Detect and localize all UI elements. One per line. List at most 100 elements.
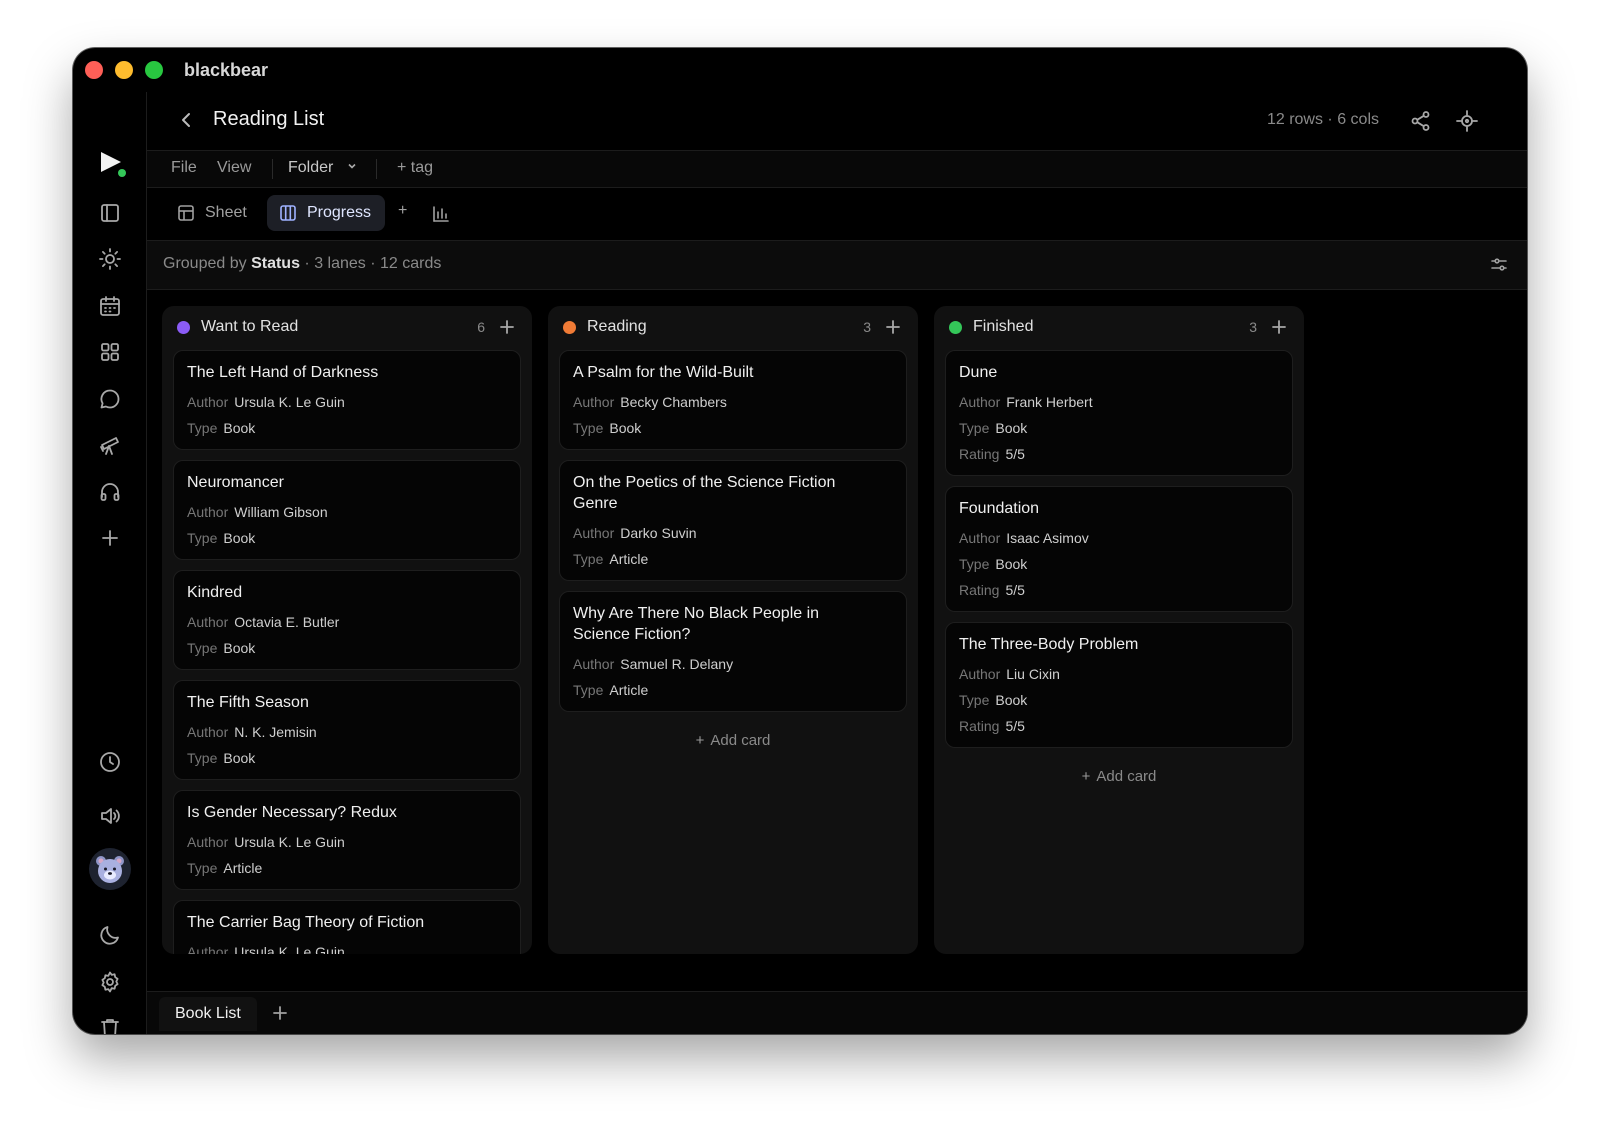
field-value: Book bbox=[223, 420, 256, 436]
trash-icon[interactable] bbox=[97, 1015, 123, 1034]
field-value: Book bbox=[995, 556, 1028, 572]
field-label: Rating bbox=[959, 718, 1000, 734]
card[interactable]: On the Poetics of the Science Fiction Ge… bbox=[559, 460, 907, 581]
menu-view[interactable]: View bbox=[217, 159, 251, 177]
card-list: A Psalm for the Wild-Built Author Becky C… bbox=[559, 350, 907, 759]
tab-sheet-label: Sheet bbox=[205, 204, 247, 221]
board-settings-button[interactable] bbox=[1489, 255, 1509, 275]
table-dimensions: 12 rows · 6 cols bbox=[1266, 111, 1379, 128]
card[interactable]: The Three-Body Problem Author Liu Cixin T… bbox=[945, 622, 1293, 748]
tab-progress[interactable]: Progress bbox=[267, 195, 386, 231]
clock-icon[interactable] bbox=[97, 749, 123, 775]
group-field[interactable]: Status bbox=[251, 255, 300, 272]
chat-icon[interactable] bbox=[97, 386, 123, 412]
field-label: Type bbox=[573, 551, 604, 567]
sheet-tab-book-list[interactable]: Book List bbox=[159, 997, 257, 1031]
lane-title: Finished bbox=[973, 318, 1034, 335]
grid-icon[interactable] bbox=[97, 339, 123, 365]
field-value: Book bbox=[995, 420, 1028, 436]
bar-chart-icon bbox=[433, 206, 449, 222]
lane-add-button[interactable] bbox=[497, 317, 517, 337]
zoom-window-button[interactable] bbox=[145, 61, 163, 79]
menu-divider bbox=[376, 159, 377, 179]
folder-label: Folder bbox=[288, 159, 334, 176]
card-field-author: Author William Gibson bbox=[187, 499, 507, 525]
sidebar-toggle-icon[interactable] bbox=[97, 200, 123, 226]
add-icon[interactable] bbox=[97, 525, 123, 551]
card-field-author: Author Isaac Asimov bbox=[959, 525, 1279, 551]
card-field-type: Type Article bbox=[573, 546, 893, 572]
locate-button[interactable] bbox=[1455, 109, 1479, 133]
card-title: The Left Hand of Darkness bbox=[187, 364, 379, 381]
field-label: Type bbox=[187, 750, 218, 766]
card-list: Dune Author Frank Herbert Type Book Rating… bbox=[945, 350, 1293, 795]
card-field-type: Type Book bbox=[187, 745, 507, 771]
plus-icon bbox=[886, 320, 900, 334]
sun-icon[interactable] bbox=[97, 246, 123, 272]
chevron-left-icon bbox=[182, 113, 190, 127]
card[interactable]: The Left Hand of Darkness Author Ursula K… bbox=[173, 350, 521, 450]
telescope-icon[interactable] bbox=[97, 432, 123, 458]
card-field-author: Author N. K. Jemisin bbox=[187, 719, 507, 745]
card[interactable]: Is Gender Necessary? Redux Author Ursula … bbox=[173, 790, 521, 890]
status-dot bbox=[949, 321, 962, 334]
field-value: William Gibson bbox=[234, 504, 328, 520]
field-label: Type bbox=[187, 420, 218, 436]
card[interactable]: Neuromancer Author William Gibson Type Boo… bbox=[173, 460, 521, 560]
card-field-author: Author Octavia E. Butler bbox=[187, 609, 507, 635]
card-title: Foundation bbox=[959, 500, 1040, 517]
add-sheet-button[interactable] bbox=[271, 1004, 289, 1022]
card[interactable]: Dune Author Frank Herbert Type Book Rating… bbox=[945, 350, 1293, 476]
add-view-button[interactable]: + bbox=[398, 202, 418, 222]
card[interactable]: The Carrier Bag Theory of Fiction Author… bbox=[173, 900, 521, 954]
group-counts: · 3 lanes · 12 cards bbox=[304, 255, 442, 272]
lane-add-button[interactable] bbox=[883, 317, 903, 337]
title-bar: blackbear bbox=[73, 48, 1527, 92]
speaker-icon[interactable] bbox=[97, 803, 123, 829]
card[interactable]: A Psalm for the Wild-Built Author Becky C… bbox=[559, 350, 907, 450]
field-value: Book bbox=[995, 692, 1028, 708]
lane-want-to-read: Want to Read 6 The Left Hand of Darkness… bbox=[162, 306, 532, 954]
field-label: Author bbox=[187, 504, 229, 520]
tab-sheet[interactable]: Sheet bbox=[165, 195, 261, 231]
headphones-icon[interactable] bbox=[97, 479, 123, 505]
field-value: Book bbox=[609, 420, 642, 436]
user-avatar[interactable] bbox=[89, 848, 131, 890]
card[interactable]: Foundation Author Isaac Asimov Type Book R… bbox=[945, 486, 1293, 612]
moon-icon[interactable] bbox=[97, 922, 123, 948]
sidebar bbox=[73, 92, 147, 1034]
card-field-rating: Rating 5/5 bbox=[959, 713, 1279, 739]
field-label: Author bbox=[187, 724, 229, 740]
field-label: Type bbox=[959, 692, 990, 708]
field-label: Type bbox=[573, 682, 604, 698]
folder-dropdown[interactable]: Folder bbox=[288, 159, 358, 177]
card-field-author: Author Frank Herbert bbox=[959, 389, 1279, 415]
menu-file[interactable]: File bbox=[171, 159, 197, 177]
calendar-icon[interactable] bbox=[97, 293, 123, 319]
field-value: 5/5 bbox=[1005, 718, 1025, 734]
chevron-down-icon bbox=[348, 163, 356, 169]
add-tag-button[interactable]: + tag bbox=[397, 159, 433, 177]
status-dot bbox=[177, 321, 190, 334]
field-value: Ursula K. Le Guin bbox=[234, 394, 345, 410]
crosshair-icon bbox=[1456, 110, 1478, 132]
sheet-tab-bar: Book List bbox=[147, 991, 1527, 1034]
field-value: Octavia E. Butler bbox=[234, 614, 340, 630]
field-label: Author bbox=[573, 656, 615, 672]
field-value: Darko Suvin bbox=[620, 525, 697, 541]
chart-view-button[interactable] bbox=[431, 204, 451, 224]
back-button[interactable] bbox=[177, 110, 197, 130]
card[interactable]: Kindred Author Octavia E. Butler Type Book bbox=[173, 570, 521, 670]
lane-add-button[interactable] bbox=[1269, 317, 1289, 337]
lane-count: 6 bbox=[477, 319, 485, 335]
main-content: Reading List 12 rows · 6 cols File View … bbox=[147, 92, 1527, 1034]
share-button[interactable] bbox=[1409, 109, 1433, 133]
lane-reading: Reading 3 A Psalm for the Wild-Built Aut… bbox=[548, 306, 918, 954]
settings-gear-icon[interactable] bbox=[97, 969, 123, 995]
add-card-button[interactable]: + Add card bbox=[945, 758, 1293, 795]
card[interactable]: Why Are There No Black People in Science… bbox=[559, 591, 907, 712]
minimize-window-button[interactable] bbox=[115, 61, 133, 79]
close-window-button[interactable] bbox=[85, 61, 103, 79]
card[interactable]: The Fifth Season Author N. K. Jemisin Typ… bbox=[173, 680, 521, 780]
add-card-button[interactable]: + Add card bbox=[559, 722, 907, 759]
